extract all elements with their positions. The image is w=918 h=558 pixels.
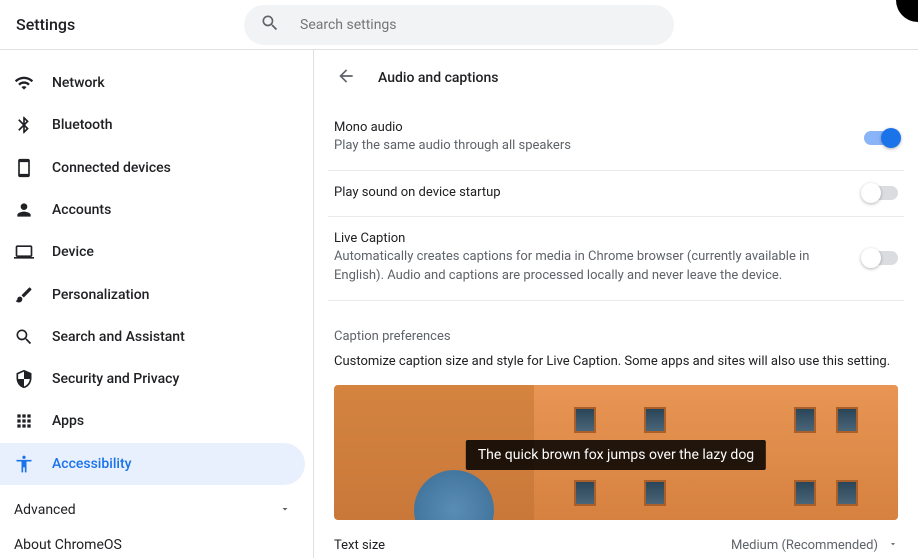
startup-sound-toggle[interactable]	[864, 186, 898, 200]
sidebar-item-label: Connected devices	[52, 160, 171, 176]
chevron-down-icon	[888, 538, 898, 553]
advanced-toggle[interactable]: Advanced	[0, 489, 305, 531]
setting-desc: Play the same audio through all speakers	[334, 137, 844, 156]
main-content: Audio and captions Mono audio Play the s…	[314, 50, 918, 558]
text-size-dropdown[interactable]: Medium (Recommended)	[731, 538, 898, 553]
accessibility-icon	[14, 454, 34, 474]
sidebar-item-personalization[interactable]: Personalization	[0, 273, 305, 315]
mono-audio-toggle[interactable]	[864, 131, 898, 145]
laptop-icon	[14, 242, 34, 262]
sidebar-item-label: Accounts	[52, 202, 111, 218]
setting-desc: Automatically creates captions for media…	[334, 248, 844, 286]
page-title: Audio and captions	[378, 70, 498, 86]
sidebar-item-device[interactable]: Device	[0, 231, 305, 273]
search-bar[interactable]	[244, 5, 674, 45]
shield-icon	[14, 369, 34, 389]
setting-mono-audio: Mono audio Play the same audio through a…	[328, 106, 904, 171]
search-input[interactable]	[300, 17, 658, 33]
wifi-icon	[14, 73, 34, 93]
sidebar-item-label: Network	[52, 75, 105, 91]
sidebar: Network Bluetooth Connected devices Acco…	[0, 50, 314, 558]
app-header: Settings	[0, 0, 918, 50]
sidebar-item-apps[interactable]: Apps	[0, 400, 305, 442]
setting-title: Live Caption	[334, 231, 844, 246]
text-size-row: Text size Medium (Recommended)	[328, 520, 904, 553]
person-icon	[14, 200, 34, 220]
sidebar-item-label: Bluetooth	[52, 117, 113, 133]
caption-sample-text: The quick brown fox jumps over the lazy …	[466, 440, 766, 470]
sidebar-item-search-assistant[interactable]: Search and Assistant	[0, 316, 305, 358]
chevron-down-icon	[279, 500, 291, 519]
sidebar-item-bluetooth[interactable]: Bluetooth	[0, 104, 305, 146]
setting-live-caption: Live Caption Automatically creates capti…	[328, 217, 904, 301]
live-caption-toggle[interactable]	[864, 251, 898, 265]
sidebar-item-network[interactable]: Network	[0, 62, 305, 104]
brush-icon	[14, 285, 34, 305]
sidebar-item-label: Search and Assistant	[52, 329, 185, 345]
sidebar-item-accounts[interactable]: Accounts	[0, 189, 305, 231]
search-icon	[260, 13, 280, 37]
caption-preferences-heading: Caption preferences	[328, 321, 904, 354]
sidebar-item-label: Device	[52, 244, 94, 260]
arrow-back-icon	[336, 66, 356, 90]
page-header: Audio and captions	[328, 50, 904, 106]
setting-title: Play sound on device startup	[334, 185, 844, 200]
sidebar-item-label: Security and Privacy	[52, 371, 179, 387]
apps-icon	[14, 411, 34, 431]
bluetooth-icon	[14, 115, 34, 135]
caption-preferences-desc: Customize caption size and style for Liv…	[328, 354, 904, 385]
about-link[interactable]: About ChromeOS	[0, 531, 305, 558]
back-button[interactable]	[334, 66, 358, 90]
setting-title: Mono audio	[334, 120, 844, 135]
sidebar-item-security-privacy[interactable]: Security and Privacy	[0, 358, 305, 400]
sidebar-item-label: Personalization	[52, 287, 149, 303]
device-icon	[14, 158, 34, 178]
app-title: Settings	[16, 15, 75, 34]
search-icon	[14, 327, 34, 347]
sidebar-item-connected-devices[interactable]: Connected devices	[0, 147, 305, 189]
caption-preview: The quick brown fox jumps over the lazy …	[334, 385, 898, 520]
sidebar-item-label: Accessibility	[52, 456, 131, 472]
sidebar-item-label: Apps	[52, 413, 84, 429]
sidebar-item-accessibility[interactable]: Accessibility	[0, 443, 305, 485]
text-size-label: Text size	[334, 538, 731, 553]
setting-startup-sound: Play sound on device startup	[328, 171, 904, 217]
